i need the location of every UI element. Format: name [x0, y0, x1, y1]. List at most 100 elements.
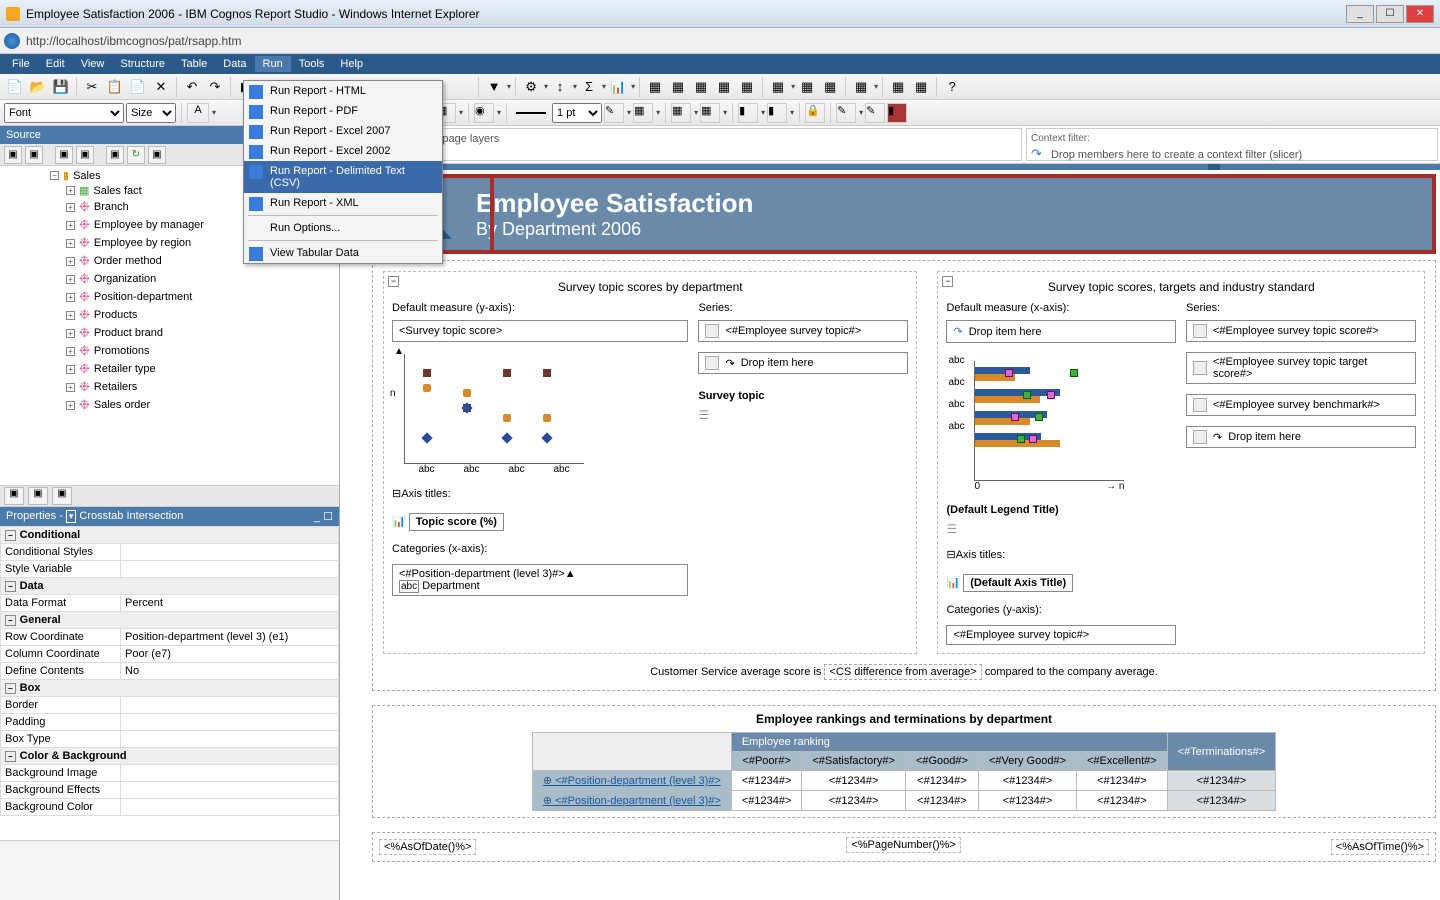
- calc-button[interactable]: 📊: [607, 76, 629, 98]
- run-xml[interactable]: Run Report - XML: [244, 193, 442, 213]
- pickup-button[interactable]: ✎: [865, 103, 885, 123]
- url-text[interactable]: http://localhost/ibmcognos/pat/rsapp.htm: [26, 34, 241, 48]
- menu-tools[interactable]: Tools: [291, 56, 333, 72]
- report-title[interactable]: Employee Satisfaction: [476, 188, 753, 219]
- report-canvas[interactable]: bers here to create page layers Context …: [340, 126, 1440, 900]
- class-button[interactable]: ▮: [767, 103, 787, 123]
- source-tool-1[interactable]: ▣: [4, 146, 22, 164]
- menu-run[interactable]: Run: [255, 56, 291, 72]
- border-color-button[interactable]: ✎: [604, 103, 624, 123]
- crosstab-button[interactable]: ▦: [667, 76, 689, 98]
- source-tool-3[interactable]: ▣: [55, 146, 73, 164]
- tree-position-dept[interactable]: Position-department: [94, 291, 192, 303]
- expand-icon[interactable]: +: [66, 329, 75, 338]
- section-button[interactable]: ▦: [690, 76, 712, 98]
- source-tool-4[interactable]: ▣: [76, 146, 94, 164]
- x-measure-dropzone[interactable]: ↷Drop item here: [946, 320, 1176, 343]
- tree-sales-fact[interactable]: Sales fact: [93, 185, 141, 197]
- tree-order-method[interactable]: Order method: [94, 255, 162, 267]
- apply-button[interactable]: ✎: [836, 103, 856, 123]
- expand-icon[interactable]: +: [66, 257, 75, 266]
- style-button[interactable]: ▮: [738, 103, 758, 123]
- series-empty-dropzone[interactable]: ↷Drop item here: [698, 352, 908, 374]
- menu-file[interactable]: File: [4, 56, 38, 72]
- categories-dropzone[interactable]: <#Employee survey topic#>: [946, 625, 1176, 645]
- table-title[interactable]: Employee rankings and terminations by de…: [379, 712, 1429, 726]
- menu-data[interactable]: Data: [215, 56, 254, 72]
- y-measure-dropzone[interactable]: <Survey topic score>: [392, 320, 688, 342]
- rankings-crosstab[interactable]: Employee ranking<#Terminations#> <#Poor#…: [532, 732, 1276, 811]
- series-dropzone[interactable]: <#Employee survey topic#>: [698, 320, 908, 342]
- list-button[interactable]: ▦: [644, 76, 666, 98]
- report-header[interactable]: Employee Satisfaction By Department 2006: [372, 174, 1436, 254]
- delete-button[interactable]: ✕: [150, 76, 172, 98]
- series-slot-1[interactable]: <#Employee survey topic score#>: [1186, 320, 1416, 342]
- open-button[interactable]: 📂: [27, 76, 49, 98]
- chart-button[interactable]: ▦: [713, 76, 735, 98]
- pivot-button[interactable]: ▦: [736, 76, 758, 98]
- run-csv[interactable]: Run Report - Delimited Text (CSV): [244, 161, 442, 193]
- source-tool-5[interactable]: ▣: [106, 146, 124, 164]
- expand-icon[interactable]: +: [66, 383, 75, 392]
- run-excel2002[interactable]: Run Report - Excel 2002: [244, 141, 442, 161]
- tab-source[interactable]: ▣: [4, 487, 24, 505]
- tree-retailers[interactable]: Retailers: [94, 381, 137, 393]
- tree-promotions[interactable]: Promotions: [94, 345, 150, 357]
- row-header-link[interactable]: ⊕ <#Position-department (level 3)#>: [532, 791, 731, 811]
- refresh-icon[interactable]: ↻: [127, 146, 145, 164]
- menu-view[interactable]: View: [73, 56, 113, 72]
- redo-button[interactable]: ↷: [204, 76, 226, 98]
- categories-dropzone[interactable]: <#Position-department (level 3)#>▲ abc D…: [392, 564, 688, 596]
- collapse-icon[interactable]: −: [388, 276, 399, 287]
- run-html[interactable]: Run Report - HTML: [244, 81, 442, 101]
- expand-icon[interactable]: +: [66, 347, 75, 356]
- series-slot-2[interactable]: <#Employee survey topic target score#>: [1186, 352, 1416, 384]
- asof-time-token[interactable]: <%AsOfTime()%>: [1331, 839, 1429, 855]
- tree-products[interactable]: Products: [94, 309, 137, 321]
- close-button[interactable]: ✕: [1406, 5, 1434, 23]
- view-tabular-data[interactable]: View Tabular Data: [244, 243, 442, 263]
- menu-table[interactable]: Table: [173, 56, 215, 72]
- expand-icon[interactable]: +: [66, 401, 75, 410]
- expand-icon[interactable]: +: [66, 239, 75, 248]
- expand-icon[interactable]: +: [66, 293, 75, 302]
- context-filter-dropzone[interactable]: Context filter: ↷ Drop members here to c…: [1026, 128, 1438, 161]
- cut-button[interactable]: ✂: [81, 76, 103, 98]
- menu-edit[interactable]: Edit: [38, 56, 73, 72]
- tree-branch[interactable]: Branch: [94, 201, 129, 213]
- chart-scores-by-dept[interactable]: − Survey topic scores by department Defa…: [383, 271, 917, 654]
- tab-toolbox[interactable]: ▣: [52, 487, 72, 505]
- tree-sales-order[interactable]: Sales order: [94, 399, 150, 411]
- group-button[interactable]: ▦: [796, 76, 818, 98]
- axis-title-box[interactable]: Topic score (%): [409, 513, 504, 531]
- tree-retailer-type[interactable]: Retailer type: [94, 363, 156, 375]
- sort-asc-button[interactable]: ↕: [549, 76, 571, 98]
- swap-button[interactable]: ▦: [819, 76, 841, 98]
- padding-button[interactable]: ▦: [671, 103, 691, 123]
- font-select[interactable]: Font: [4, 103, 124, 123]
- asof-date-token[interactable]: <%AsOfDate()%>: [379, 839, 476, 855]
- bg-color-button[interactable]: ◉: [474, 103, 494, 123]
- narrative-token[interactable]: <CS difference from average>: [824, 664, 981, 680]
- menu-help[interactable]: Help: [332, 56, 371, 72]
- insert-table-button[interactable]: ▦: [850, 76, 872, 98]
- series-empty-dropzone[interactable]: ↷Drop item here: [1186, 426, 1416, 448]
- lock-button[interactable]: 🔒: [805, 103, 825, 123]
- variables-button[interactable]: ▮: [887, 103, 907, 123]
- report-subtitle[interactable]: By Department 2006: [476, 219, 753, 240]
- aggregate-button[interactable]: ▦: [887, 76, 909, 98]
- size-select[interactable]: Size: [126, 103, 176, 123]
- tree-organization[interactable]: Organization: [94, 273, 156, 285]
- source-tool-2[interactable]: ▣: [25, 146, 43, 164]
- run-excel2007[interactable]: Run Report - Excel 2007: [244, 121, 442, 141]
- collapse-icon[interactable]: −: [942, 276, 953, 287]
- legend-title[interactable]: (Default Legend Title): [946, 504, 1176, 516]
- row-header-link[interactable]: ⊕ <#Position-department (level 3)#>: [532, 771, 731, 791]
- report-footer[interactable]: <%AsOfDate()%> <%PageNumber()%> <%AsOfTi…: [372, 832, 1436, 862]
- narrative-text[interactable]: Customer Service average score is <CS di…: [383, 664, 1425, 680]
- source-tool-7[interactable]: ▣: [148, 146, 166, 164]
- run-pdf[interactable]: Run Report - PDF: [244, 101, 442, 121]
- series-slot-3[interactable]: <#Employee survey benchmark#>: [1186, 394, 1416, 416]
- menu-structure[interactable]: Structure: [112, 56, 173, 72]
- spacing-button[interactable]: ▦: [700, 103, 720, 123]
